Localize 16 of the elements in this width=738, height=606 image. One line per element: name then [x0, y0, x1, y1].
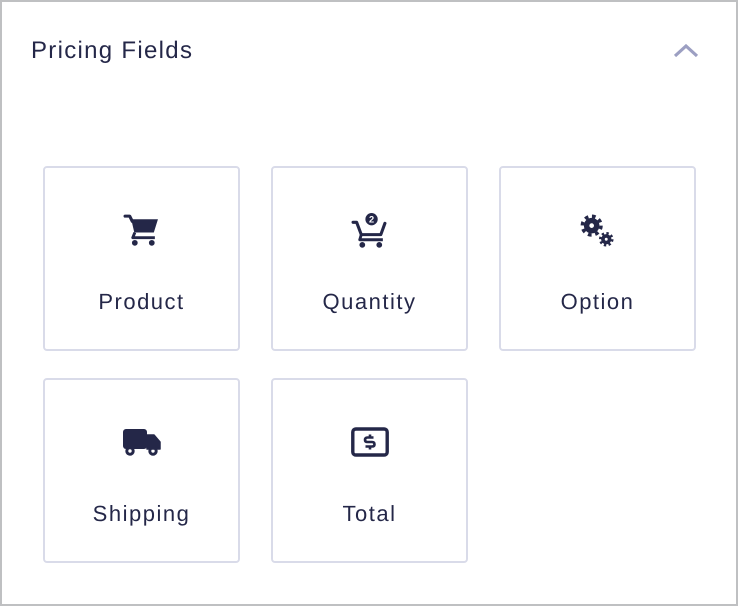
- tile-label: Product: [98, 289, 185, 315]
- truck-icon: [122, 427, 162, 457]
- field-tile[interactable]: Total: [271, 378, 468, 563]
- panel-title: Pricing Fields: [31, 36, 194, 66]
- field-tile[interactable]: Option: [499, 166, 696, 351]
- dollar-bill-icon: [350, 427, 388, 457]
- tile-label: Total: [342, 501, 396, 527]
- collapse-button[interactable]: [672, 42, 700, 60]
- field-tile[interactable]: Shipping: [43, 378, 240, 563]
- tile-label: Shipping: [92, 501, 190, 527]
- cart-icon: [123, 212, 160, 248]
- field-tile[interactable]: 2 Quantity: [271, 166, 468, 351]
- tile-label: Quantity: [322, 289, 416, 315]
- tile-label: Option: [560, 289, 634, 315]
- field-tile[interactable]: Product: [43, 166, 240, 351]
- gears-icon: [579, 212, 616, 248]
